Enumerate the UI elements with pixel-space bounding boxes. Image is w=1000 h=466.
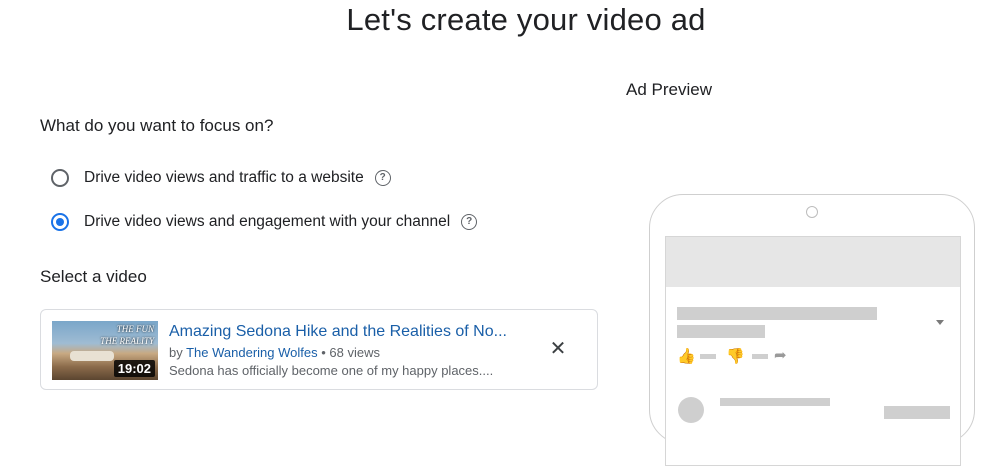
page-title: Let's create your video ad bbox=[346, 2, 706, 37]
placeholder-like-bar bbox=[700, 354, 716, 359]
thumbnail-text: THE FUN THE REALITY bbox=[100, 324, 154, 346]
video-duration: 19:02 bbox=[113, 360, 155, 377]
placeholder-channel-bar bbox=[720, 398, 830, 406]
video-title[interactable]: Amazing Sedona Hike and the Realities of… bbox=[169, 323, 507, 341]
focus-question: What do you want to focus on? bbox=[40, 116, 274, 135]
focus-option-label: Drive video views and engagement with yo… bbox=[84, 213, 451, 230]
thumbs-down-icon: 👎 bbox=[726, 348, 745, 365]
ad-preview-label: Ad Preview bbox=[626, 80, 712, 99]
share-icon: ➦ bbox=[774, 347, 787, 364]
close-icon[interactable]: ✕ bbox=[546, 337, 570, 361]
focus-option-label: Drive video views and traffic to a websi… bbox=[84, 169, 364, 186]
video-description: Sedona has officially become one of my h… bbox=[169, 363, 494, 378]
radio-website[interactable] bbox=[51, 169, 69, 187]
placeholder-dislike-bar bbox=[752, 354, 768, 359]
focus-option-channel[interactable]: Drive video views and engagement with yo… bbox=[51, 213, 478, 231]
preview-video-placeholder bbox=[666, 237, 960, 287]
phone-mockup: 👍 👎 ➦ bbox=[649, 194, 975, 466]
video-meta: by The Wandering Wolfes • 68 views bbox=[169, 345, 380, 360]
channel-link[interactable]: The Wandering Wolfes bbox=[186, 345, 318, 360]
placeholder-subtitle-bar bbox=[677, 325, 765, 338]
radio-channel[interactable] bbox=[51, 213, 69, 231]
placeholder-avatar bbox=[678, 397, 704, 423]
question-circle-icon[interactable]: ? bbox=[461, 214, 478, 230]
phone-screen: 👍 👎 ➦ bbox=[665, 236, 961, 466]
selected-video-card[interactable]: THE FUN THE REALITY 19:02 Amazing Sedona… bbox=[40, 309, 598, 390]
focus-option-website[interactable]: Drive video views and traffic to a websi… bbox=[51, 169, 391, 187]
camera-icon bbox=[806, 206, 818, 218]
thumbs-up-icon: 👍 bbox=[677, 348, 696, 365]
question-circle-icon[interactable]: ? bbox=[374, 170, 391, 186]
dropdown-icon[interactable] bbox=[936, 320, 944, 325]
video-thumbnail: THE FUN THE REALITY 19:02 bbox=[52, 321, 158, 380]
placeholder-title-bar bbox=[677, 307, 877, 320]
thumbnail-figure bbox=[70, 351, 114, 361]
select-video-label: Select a video bbox=[40, 267, 147, 286]
